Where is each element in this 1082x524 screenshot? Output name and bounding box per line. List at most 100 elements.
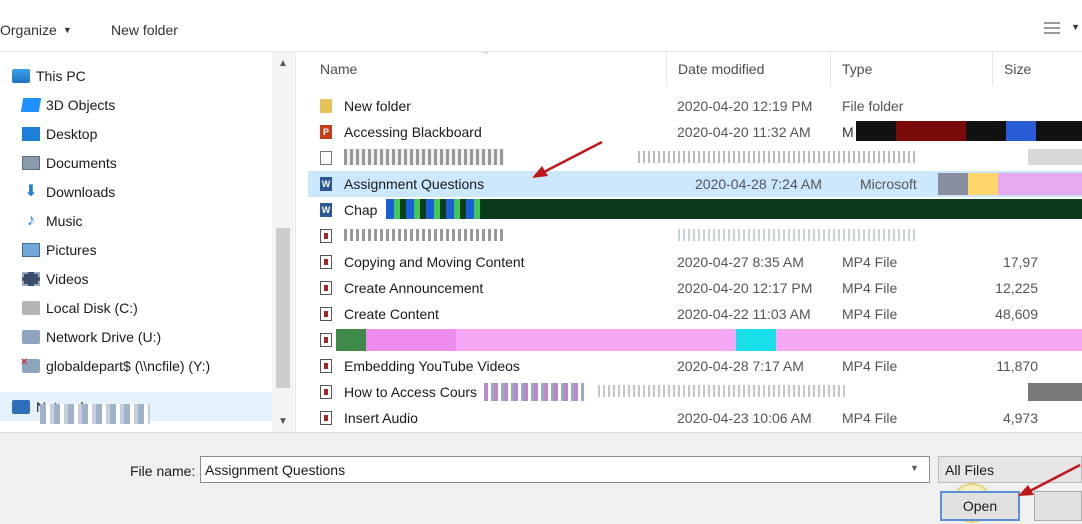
nav-item-label: Local Disk (C:): [46, 299, 138, 316]
documents-icon: [22, 155, 40, 170]
nav-item-videos[interactable]: Videos: [22, 264, 89, 293]
file-name: Copying and Moving Content: [344, 254, 525, 270]
file-name: Insert Audio: [344, 410, 418, 426]
file-name: Embedding YouTube Videos: [344, 358, 520, 374]
file-row[interactable]: Insert Audio 2020-04-23 10:06 AM MP4 Fil…: [308, 405, 1082, 431]
nav-item-desktop[interactable]: Desktop: [22, 119, 97, 148]
file-date: 2020-04-20 12:19 PM: [677, 98, 813, 114]
download-arrow-icon: ⬇: [24, 182, 38, 200]
column-name[interactable]: Name: [320, 61, 357, 77]
computer-icon: [12, 68, 30, 83]
file-date: 2020-04-20 12:17 PM: [677, 280, 813, 296]
file-type: MP4 File: [842, 254, 898, 270]
nav-item-music[interactable]: ♪ Music: [22, 206, 83, 235]
nav-item-label: Documents: [46, 154, 117, 171]
word-document-icon: W: [320, 177, 332, 191]
folder-icon: [320, 99, 332, 113]
file-row[interactable]: Embedding YouTube Videos 2020-04-28 7:17…: [308, 353, 1082, 379]
file-size: 4,973: [1002, 410, 1038, 426]
render-artifact: [386, 199, 486, 219]
new-folder-button[interactable]: New folder: [111, 22, 178, 38]
nav-item-label: Videos: [46, 270, 89, 287]
file-row[interactable]: Create Content 2020-04-22 11:03 AM MP4 F…: [308, 301, 1082, 327]
file-row[interactable]: Create Announcement 2020-04-20 12:17 PM …: [308, 275, 1082, 301]
video-file-icon: [320, 307, 332, 321]
file-row[interactable]: New folder 2020-04-20 12:19 PM File fold…: [308, 93, 1082, 119]
video-file-icon: [320, 411, 332, 425]
file-name: New folder: [344, 98, 411, 114]
file-name-label: File name:: [130, 463, 196, 479]
file-row[interactable]: P Accessing Blackboard 2020-04-20 11:32 …: [308, 119, 1082, 145]
nav-item-local-disk[interactable]: Local Disk (C:): [22, 293, 138, 322]
scrollbar-thumb[interactable]: [276, 228, 290, 388]
file-date: 2020-04-27 8:35 AM: [677, 254, 804, 270]
file-type: MP4 File: [842, 306, 898, 322]
file-name: Create Content: [344, 306, 439, 322]
dialog-footer: File name: ▼ All Files Open: [0, 432, 1082, 524]
file-type: MP4 File: [842, 280, 898, 296]
file-list: ^ Name Date modified Type Size New folde…: [298, 52, 1082, 432]
nav-scrollbar[interactable]: ▲ ▼: [272, 52, 294, 432]
nav-item-label: globaldepart$ (\\ncfile) (Y:): [46, 357, 211, 374]
render-artifact: [486, 199, 1082, 219]
file-name: Assignment Questions: [344, 176, 485, 192]
nav-item-label: Pictures: [46, 241, 97, 258]
scroll-up-icon[interactable]: ▲: [278, 58, 288, 69]
file-row[interactable]: Copying and Moving Content 2020-04-27 8:…: [308, 249, 1082, 275]
nav-item-label: This PC: [36, 67, 86, 84]
file-name-input[interactable]: [200, 456, 930, 483]
disk-drive-icon: [22, 300, 40, 315]
file-row[interactable]: How to Access Cours: [308, 379, 1082, 405]
render-artifact: [638, 151, 918, 163]
desktop-icon: [22, 126, 40, 141]
file-name-dropdown-icon[interactable]: ▼: [910, 463, 919, 473]
render-artifact: [598, 385, 848, 397]
nav-item-network-drive[interactable]: Network Drive (U:): [22, 322, 161, 351]
file-row-selected[interactable]: W Assignment Questions 2020-04-28 7:24 A…: [308, 171, 1082, 197]
file-row[interactable]: [308, 327, 1082, 353]
file-size: 12,225: [995, 280, 1038, 296]
toolbar: Organize ▼ New folder ▼: [0, 0, 1082, 52]
video-file-icon: [320, 281, 332, 295]
file-name: Accessing Blackboard: [344, 124, 482, 140]
nav-item-pictures[interactable]: Pictures: [22, 235, 97, 264]
file-row[interactable]: [308, 223, 1082, 249]
file-type: MP4 File: [842, 358, 898, 374]
render-artifact: [938, 173, 1082, 195]
file-name: Create Announcement: [344, 280, 484, 296]
view-options-icon[interactable]: [1044, 22, 1062, 36]
file-type: Microsoft: [860, 176, 917, 192]
organize-button[interactable]: Organize ▼: [0, 22, 72, 38]
render-artifact: [1028, 149, 1082, 165]
videos-icon: [22, 271, 40, 286]
navigation-pane: This PC 3D Objects Desktop Documents ⬇ D…: [0, 52, 296, 432]
image-file-icon: [320, 151, 332, 165]
video-file-icon: [320, 333, 332, 347]
open-button[interactable]: Open: [940, 491, 1020, 521]
nav-item-this-pc[interactable]: This PC: [12, 61, 86, 90]
chevron-down-icon: ▼: [62, 25, 72, 35]
render-artifact: [40, 404, 150, 424]
file-type: File folder: [842, 98, 904, 114]
nav-item-label: 3D Objects: [46, 96, 116, 113]
file-date: 2020-04-28 7:24 AM: [695, 176, 822, 192]
video-file-icon: [320, 255, 332, 269]
file-row[interactable]: [308, 145, 1082, 171]
scroll-down-icon[interactable]: ▼: [278, 416, 288, 427]
pictures-icon: [22, 242, 40, 257]
nav-item-3d-objects[interactable]: 3D Objects: [20, 90, 116, 119]
column-size[interactable]: Size: [1004, 61, 1031, 77]
nav-item-documents[interactable]: Documents: [22, 148, 117, 177]
column-type[interactable]: Type: [842, 61, 872, 77]
view-chevron-icon[interactable]: ▼: [1071, 22, 1080, 32]
file-name: How to Access Cours: [344, 384, 478, 400]
music-note-icon: ♪: [27, 211, 35, 229]
nav-item-downloads[interactable]: ⬇ Downloads: [22, 177, 115, 206]
column-date-modified[interactable]: Date modified: [678, 61, 764, 77]
render-artifact: [678, 229, 918, 241]
file-size: 11,870: [996, 358, 1038, 374]
nav-item-label: Music: [46, 212, 83, 229]
render-artifact: [1028, 383, 1082, 401]
nav-item-globaldepart[interactable]: globaldepart$ (\\ncfile) (Y:): [20, 351, 211, 380]
file-row[interactable]: W Chap: [308, 197, 1082, 223]
